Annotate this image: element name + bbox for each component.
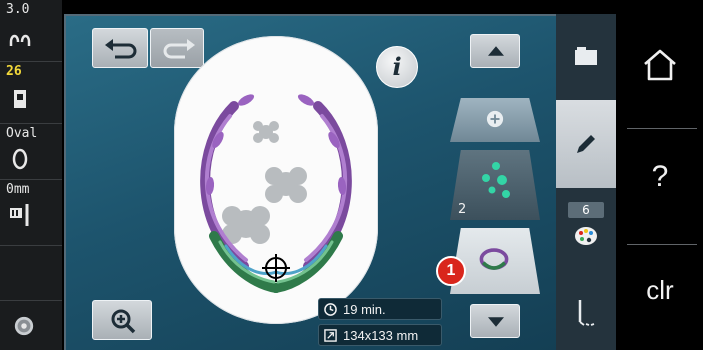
info-button[interactable]: i xyxy=(376,46,418,88)
palette-icon xyxy=(575,227,597,245)
size-icon xyxy=(324,329,337,342)
pencil-icon xyxy=(577,135,595,153)
wreath-motif-icon xyxy=(479,248,509,270)
system-column: ? clr xyxy=(617,0,703,350)
needle-count: 26 xyxy=(6,64,22,79)
hoop-status[interactable]: Oval xyxy=(0,124,62,180)
feed-dog-icon xyxy=(10,204,29,226)
zoom-button[interactable] xyxy=(92,300,152,340)
stitch-time-display: 19 min. xyxy=(318,298,442,320)
undo-button[interactable] xyxy=(92,28,148,68)
step-marker-badge: 1 xyxy=(436,256,466,286)
embroidery-design xyxy=(200,94,352,293)
thread-tension-icon xyxy=(9,34,31,46)
hoop-name: Oval xyxy=(6,126,38,141)
flower-motif-icon xyxy=(482,162,510,198)
needle-stitch-icon xyxy=(578,300,595,326)
undo-arrow-icon xyxy=(105,39,137,59)
layer-1-selected[interactable] xyxy=(450,228,540,294)
triangle-up-icon xyxy=(488,46,504,56)
status-column: 3.0 26 Oval 0mm xyxy=(0,0,62,350)
help-label: ? xyxy=(651,160,669,193)
bobbin-status[interactable] xyxy=(0,300,62,350)
design-size: 134x133 mm xyxy=(343,328,419,343)
folder-icon xyxy=(575,47,597,65)
hoop-preview[interactable] xyxy=(174,36,378,324)
presser-foot-icon xyxy=(14,90,26,108)
clock-icon xyxy=(324,303,337,316)
tab-edit[interactable] xyxy=(556,100,616,188)
tab-column: 6 xyxy=(556,14,616,350)
feed-value: 0mm xyxy=(6,182,30,197)
embroidery-edit-screen: i 2 1 19 min. 134x133 mm xyxy=(64,14,556,350)
scroll-up-button[interactable] xyxy=(470,34,520,68)
triangle-down-icon xyxy=(488,317,504,327)
design-size-display: 134x133 mm xyxy=(318,324,442,346)
layer-2[interactable]: 2 xyxy=(450,150,540,220)
thread-tension-value: 3.0 xyxy=(6,2,30,17)
home-button[interactable] xyxy=(617,8,703,118)
home-icon xyxy=(644,49,676,81)
stitch-time: 19 min. xyxy=(343,302,386,317)
clear-label: clr xyxy=(646,275,674,305)
tab-stitch[interactable] xyxy=(556,280,616,350)
magnifier-plus-icon xyxy=(111,309,136,334)
oval-hoop-icon xyxy=(12,148,28,170)
tab-color[interactable]: 6 xyxy=(556,190,616,278)
bobbin-icon xyxy=(14,316,34,336)
needle-status[interactable]: 26 xyxy=(0,62,62,124)
clear-button[interactable]: clr xyxy=(617,240,703,350)
scroll-down-button[interactable] xyxy=(470,304,520,338)
plus-icon xyxy=(486,110,504,128)
layer-number: 2 xyxy=(458,202,467,217)
help-button[interactable]: ? xyxy=(617,122,703,232)
feed-status[interactable]: 0mm xyxy=(0,180,62,246)
color-count: 6 xyxy=(568,202,604,218)
tab-selection[interactable] xyxy=(556,14,616,100)
add-layer-button[interactable] xyxy=(450,98,540,142)
thread-tension-status[interactable]: 3.0 xyxy=(0,0,62,62)
